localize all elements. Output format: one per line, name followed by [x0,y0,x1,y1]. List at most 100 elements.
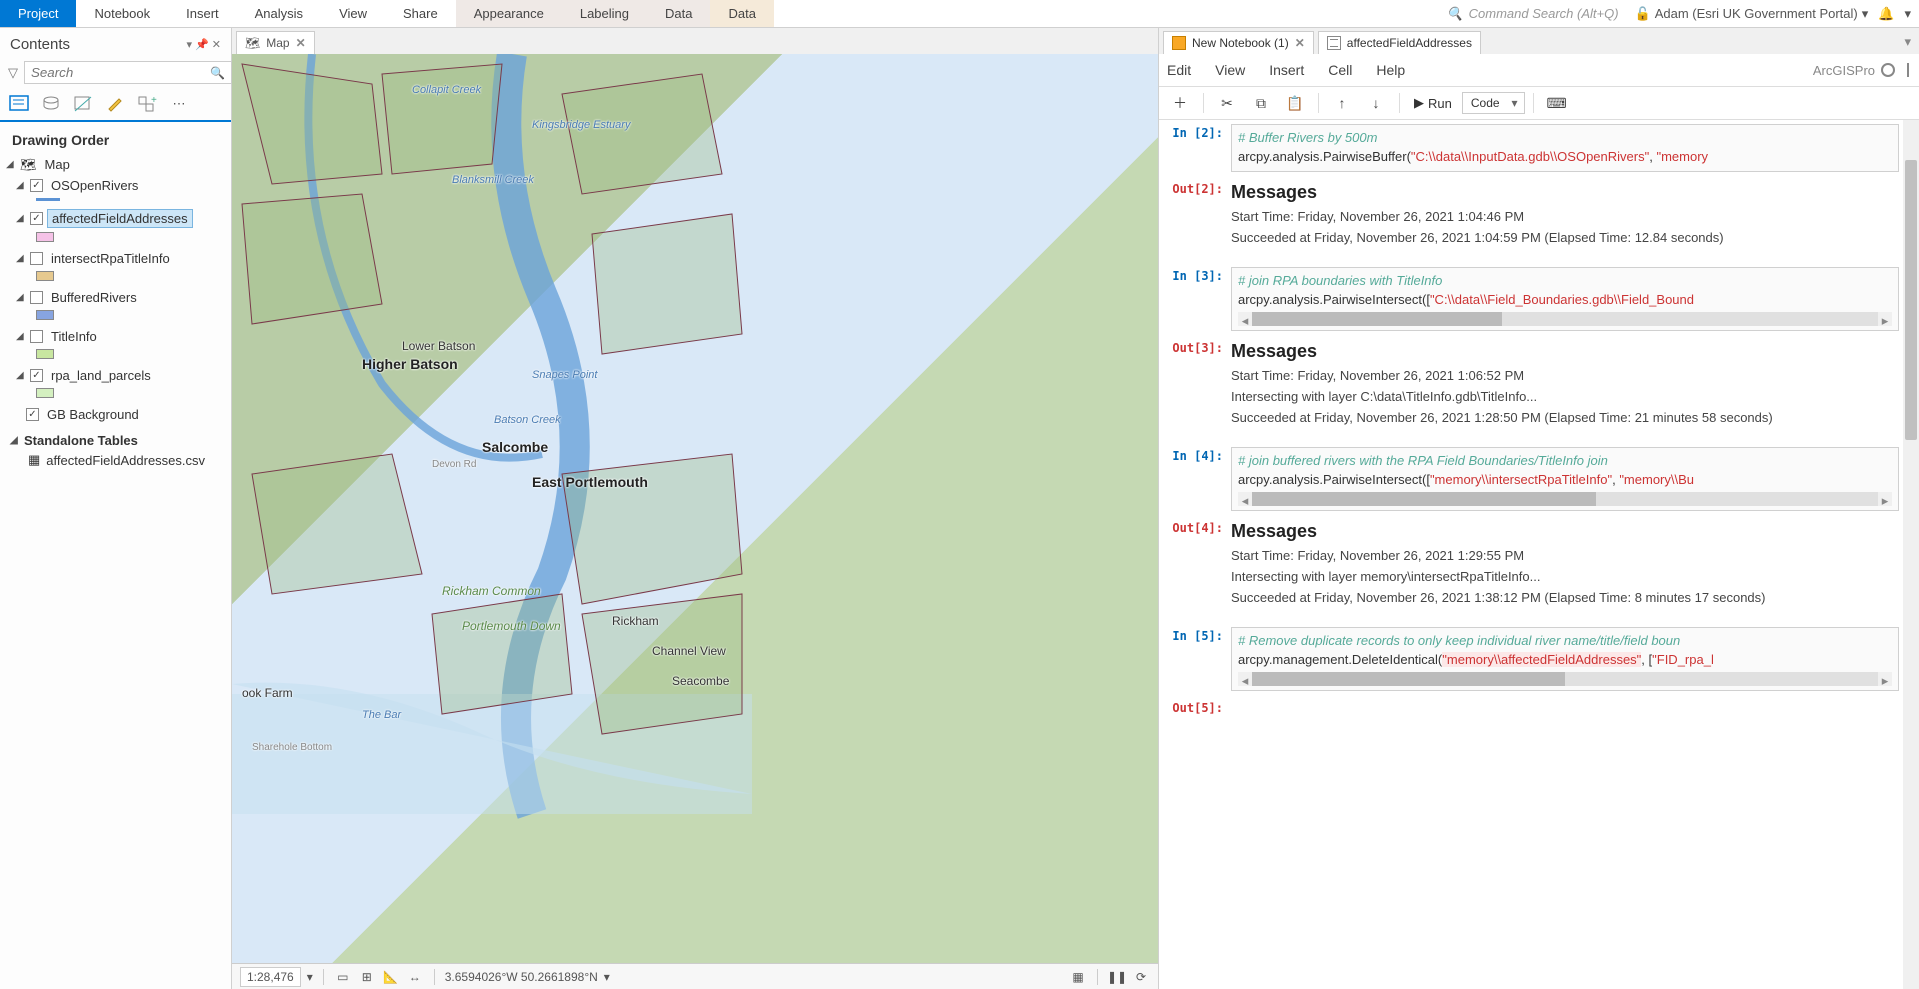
notebook-body[interactable]: In [2]: # Buffer Rivers by 500m arcpy.an… [1159,120,1919,989]
menu-insert[interactable]: Insert [1269,62,1304,78]
run-button[interactable]: ▶ Run [1408,95,1458,111]
menu-view[interactable]: View [1215,62,1245,78]
output-line: Start Time: Friday, November 26, 2021 1:… [1231,207,1724,228]
menu-help[interactable]: Help [1376,62,1405,78]
chevron-down-icon[interactable]: ▾ [1904,6,1911,22]
constraints-icon[interactable]: 📐 [382,968,400,986]
code-input[interactable]: # Buffer Rivers by 500m arcpy.analysis.P… [1231,124,1899,172]
standalone-table-row[interactable]: ▦ affectedFieldAddresses.csv [6,448,225,468]
layer-bufferedrivers[interactable]: ◢ BufferedRivers [6,287,225,308]
expand-icon[interactable]: ◢ [10,435,20,446]
layer-checkbox[interactable] [30,330,43,343]
contents-controls[interactable]: ▾ 📌 ✕ [186,38,221,51]
cell-type-select[interactable]: Code [1462,92,1525,114]
list-by-editing-icon[interactable] [104,94,126,114]
cell-in-2[interactable]: In [2]: # Buffer Rivers by 500m arcpy.an… [1163,120,1919,176]
hscroll[interactable]: ◂▸ [1238,492,1892,506]
map-label: Kingsbridge Estuary [532,119,630,131]
snapping-icon[interactable]: ⊞ [358,968,376,986]
scrollbar[interactable] [1903,120,1919,989]
menu-edit[interactable]: Edit [1167,62,1191,78]
expand-icon[interactable]: ◢ [16,331,26,342]
close-icon[interactable]: ✕ [296,36,306,50]
code-input[interactable]: # join buffered rivers with the RPA Fiel… [1231,447,1899,511]
ribbon-tab-share[interactable]: Share [385,0,456,27]
move-down-button[interactable]: ↓ [1361,90,1391,116]
contents-search-input[interactable] [31,65,210,80]
layer-intersectrpatitleinfo[interactable]: ◢ intersectRpaTitleInfo [6,248,225,269]
layer-checkbox[interactable] [30,212,43,225]
move-up-button[interactable]: ↑ [1327,90,1357,116]
expand-icon[interactable]: ◢ [16,253,26,264]
command-search[interactable]: 🔍 Command Search (Alt+Q) [1438,6,1626,22]
layer-checkbox[interactable] [30,369,43,382]
map-tab[interactable]: 🗺 Map ✕ [236,31,315,54]
map-scale[interactable]: 1:28,476 [240,967,301,987]
ribbon-tab-data-2[interactable]: Data [710,0,773,27]
layer-checkbox[interactable] [30,291,43,304]
expand-icon[interactable]: ◢ [16,213,26,224]
layer-osopenrivers[interactable]: ◢ OSOpenRivers [6,175,225,196]
filter-icon[interactable]: ▽ [8,65,18,81]
keyboard-icon[interactable]: ⌨ [1542,90,1572,116]
cell-in-5[interactable]: In [5]: # Remove duplicate records to on… [1163,623,1919,695]
scrollbar-thumb[interactable] [1905,160,1917,440]
hscroll[interactable]: ◂▸ [1238,672,1892,686]
code-input[interactable]: # join RPA boundaries with TitleInfo arc… [1231,267,1899,331]
layer-affectedfieldaddresses[interactable]: ◢ affectedFieldAddresses [6,207,225,230]
cell-in-3[interactable]: In [3]: # join RPA boundaries with Title… [1163,263,1919,335]
expand-icon[interactable]: ◢ [16,292,26,303]
list-by-source-icon[interactable] [40,94,62,114]
pause-icon[interactable]: ❚❚ [1108,968,1126,986]
notebook-tab-2[interactable]: affectedFieldAddresses [1318,31,1481,54]
cell-in-4[interactable]: In [4]: # join buffered rivers with the … [1163,443,1919,515]
copy-button[interactable]: ⧉ [1246,90,1276,116]
code-input[interactable]: # Remove duplicate records to only keep … [1231,627,1899,691]
select-tool-icon[interactable]: ▭ [334,968,352,986]
ribbon-tab-view[interactable]: View [321,0,385,27]
list-by-snapping-icon[interactable]: + [136,94,158,114]
hscroll[interactable]: ◂▸ [1238,312,1892,326]
expand-icon[interactable]: ◢ [16,370,26,381]
panel-menu-icon[interactable]: ▾ [1896,30,1919,54]
ribbon-tab-appearance[interactable]: Appearance [456,0,562,27]
ribbon-tab-data-1[interactable]: Data [647,0,710,27]
layer-rpa-land-parcels[interactable]: ◢ rpa_land_parcels [6,365,225,386]
layer-tree: ◢ 🗺 Map ◢ OSOpenRivers ◢ affectedFieldAd… [0,154,231,989]
layer-checkbox[interactable] [30,179,43,192]
standalone-tables-title[interactable]: ◢ Standalone Tables [6,433,225,448]
cut-button[interactable]: ✂ [1212,90,1242,116]
correction-icon[interactable]: ↔ [406,968,424,986]
expand-icon[interactable]: ◢ [6,159,16,170]
layer-titleinfo[interactable]: ◢ TitleInfo [6,326,225,347]
expand-icon[interactable]: ◢ [16,180,26,191]
layer-gb-background[interactable]: GB Background [6,404,225,425]
contents-search[interactable]: 🔍 [24,61,232,84]
ribbon-tab-notebook[interactable]: Notebook [76,0,168,27]
menu-cell[interactable]: Cell [1328,62,1352,78]
layer-checkbox[interactable] [30,252,43,265]
notebook-tab-1[interactable]: New Notebook (1) ✕ [1163,31,1314,54]
ribbon-tab-project[interactable]: Project [0,0,76,27]
user-menu[interactable]: 🔓 Adam (Esri UK Government Portal) ▾ 🔔 ▾ [1627,6,1919,22]
map-view[interactable]: Collapit Creek Kingsbridge Estuary Blank… [232,54,1158,963]
refresh-icon[interactable]: ⟳ [1132,968,1150,986]
list-by-drawing-order-icon[interactable] [8,94,30,114]
catalog-icon[interactable]: ▦ [1069,968,1087,986]
scale-dropdown-icon[interactable]: ▾ [307,970,313,984]
ribbon-tab-labeling[interactable]: Labeling [562,0,647,27]
prompt: In [2]: [1163,124,1231,172]
ribbon-tab-analysis[interactable]: Analysis [237,0,321,27]
map-node[interactable]: ◢ 🗺 Map [6,154,225,175]
more-icon[interactable]: ⋯ [168,94,190,114]
coords-dropdown-icon[interactable]: ▾ [604,970,610,984]
paste-button[interactable]: 📋 [1280,90,1310,116]
list-by-selection-icon[interactable] [72,94,94,114]
close-icon[interactable]: ✕ [1295,36,1305,50]
add-cell-button[interactable]: ＋ [1165,90,1195,116]
bell-icon[interactable]: 🔔 [1878,6,1894,22]
layer-checkbox[interactable] [26,408,39,421]
ribbon-tab-insert[interactable]: Insert [168,0,237,27]
kernel-brand: ArcGISPro [1813,63,1911,78]
layer-label: OSOpenRivers [47,177,142,194]
